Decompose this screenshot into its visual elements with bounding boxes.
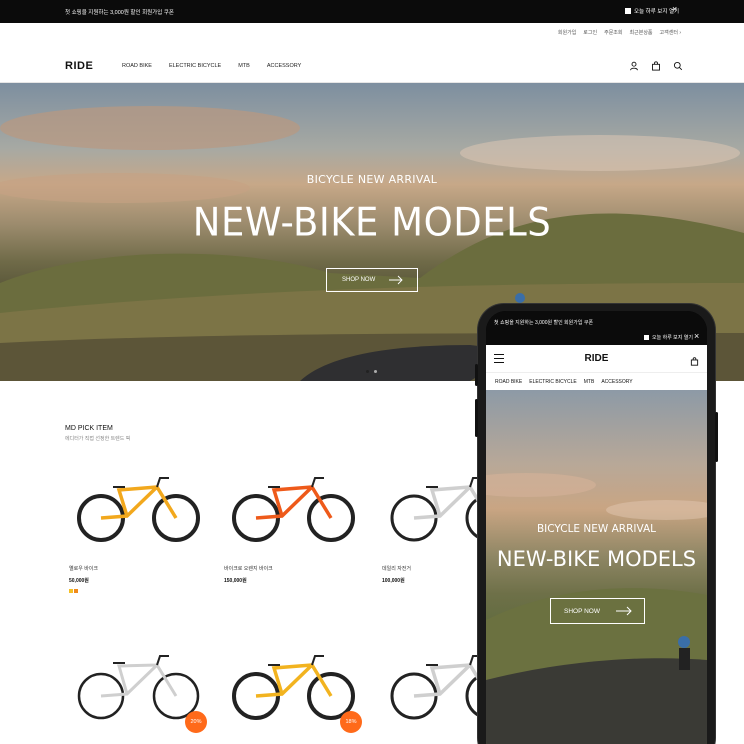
- search-icon[interactable]: [673, 61, 683, 71]
- phone-side-button: [475, 399, 478, 437]
- arrow-right-icon: [616, 606, 632, 616]
- nav-electric-bicycle[interactable]: ELECTRIC BICYCLE: [169, 63, 221, 69]
- md-pick-title: MD PICK ITEM: [65, 425, 113, 432]
- bag-icon[interactable]: [651, 61, 661, 71]
- bike-image[interactable]: [69, 470, 209, 560]
- phone-mockup: 첫 쇼핑을 지원하는 3,000원 할인 회원가입 쿠폰 오늘 하루 보지 열기…: [475, 304, 718, 744]
- mobile-promo-bar: 첫 쇼핑을 지원하는 3,000원 할인 회원가입 쿠폰 오늘 하루 보지 열기…: [486, 311, 707, 345]
- color-swatches: [69, 589, 209, 593]
- mobile-hero-banner[interactable]: BICYCLE NEW ARRIVAL NEW-BIKE MODELS SHOP…: [486, 390, 707, 744]
- md-pick-subtitle: 에디터가 직접 선정한 트렌드 픽: [65, 436, 131, 442]
- swatch-yellow[interactable]: [69, 589, 73, 593]
- util-link-signup[interactable]: 회원가입: [558, 29, 576, 36]
- mobile-nav: ROAD BIKE ELECTRIC BICYCLE MTB ACCESSORY: [486, 372, 707, 390]
- mobile-header: RIDE: [486, 345, 707, 372]
- close-icon[interactable]: ×: [694, 331, 699, 341]
- hero-subtitle: BICYCLE NEW ARRIVAL: [306, 173, 438, 186]
- hero-pagination: [366, 370, 377, 373]
- user-icon[interactable]: [629, 61, 639, 71]
- close-today-toggle[interactable]: 오늘 하루 보지 열기: [625, 7, 679, 15]
- nav-accessory[interactable]: ACCESSORY: [267, 63, 301, 69]
- mobile-hero-title: NEW-BIKE MODELS: [496, 547, 697, 571]
- mobile-shop-now-button[interactable]: SHOP NOW: [550, 598, 645, 624]
- checkbox-icon[interactable]: [644, 335, 649, 340]
- mobile-promo-message[interactable]: 첫 쇼핑을 지원하는 3,000원 할인 회원가입 쿠폰: [494, 319, 593, 326]
- nav-mtb[interactable]: MTB: [238, 63, 250, 69]
- swatch-orange[interactable]: [74, 589, 78, 593]
- product-name[interactable]: 바이크로 오렌지 바이크: [224, 565, 364, 572]
- discount-badge: 20%: [185, 711, 207, 733]
- product-card[interactable]: 옐로우 바이크 50,000원: [69, 470, 209, 593]
- header-icons: [629, 61, 683, 71]
- product-price: 50,000원: [69, 578, 89, 584]
- util-links: 회원가입 로그인 주문조회 최근본상품 고객센터 ›: [558, 29, 681, 36]
- hero-title: NEW-BIKE MODELS: [192, 199, 552, 246]
- product-card[interactable]: 바이크로 오렌지 바이크 150,000원: [224, 470, 364, 584]
- mobile-nav-mtb[interactable]: MTB: [584, 379, 595, 385]
- mobile-close-today-toggle[interactable]: 오늘 하루 보지 열기: [644, 334, 693, 341]
- bike-image[interactable]: [224, 470, 364, 560]
- mobile-nav-road-bike[interactable]: ROAD BIKE: [495, 379, 522, 385]
- mobile-nav-accessory[interactable]: ACCESSORY: [601, 379, 632, 385]
- mobile-close-today-label: 오늘 하루 보지 열기: [652, 335, 693, 341]
- phone-screen: 첫 쇼핑을 지원하는 3,000원 할인 회원가입 쿠폰 오늘 하루 보지 열기…: [486, 311, 707, 744]
- checkbox-icon[interactable]: [625, 8, 631, 14]
- mobile-brand-logo[interactable]: RIDE: [486, 353, 707, 364]
- mobile-nav-electric-bicycle[interactable]: ELECTRIC BICYCLE: [529, 379, 577, 385]
- mobile-shop-now-label: SHOP NOW: [564, 607, 600, 615]
- shop-now-label: SHOP NOW: [342, 277, 376, 283]
- main-nav: ROAD BIKE ELECTRIC BICYCLE MTB ACCESSORY: [122, 63, 301, 69]
- mobile-hero-subtitle: BICYCLE NEW ARRIVAL: [536, 523, 657, 535]
- util-link-login[interactable]: 로그인: [583, 29, 597, 36]
- hero-dot-1[interactable]: [366, 370, 369, 373]
- util-link-recent[interactable]: 최근본상품: [630, 29, 653, 36]
- hero-dot-2[interactable]: [374, 370, 377, 373]
- brand-logo[interactable]: RIDE: [65, 60, 93, 72]
- nav-road-bike[interactable]: ROAD BIKE: [122, 63, 152, 69]
- util-link-order[interactable]: 주문조회: [604, 29, 622, 36]
- arrow-right-icon: [389, 275, 403, 285]
- product-name[interactable]: 옐로우 바이크: [69, 565, 209, 572]
- shop-now-button[interactable]: SHOP NOW: [326, 268, 418, 292]
- promo-message[interactable]: 첫 쇼핑을 지원하는 3,000원 할인 회원가입 쿠폰: [65, 8, 174, 16]
- util-link-support[interactable]: 고객센터 ›: [660, 29, 681, 36]
- product-price: 150,000원: [224, 578, 247, 584]
- phone-side-button: [475, 364, 478, 386]
- promo-bar: 첫 쇼핑을 지원하는 3,000원 할인 회원가입 쿠폰 오늘 하루 보지 열기…: [0, 0, 744, 23]
- discount-badge: 18%: [340, 711, 362, 733]
- close-icon[interactable]: ×: [672, 5, 677, 14]
- phone-side-button: [715, 412, 718, 462]
- bag-icon[interactable]: [690, 353, 699, 371]
